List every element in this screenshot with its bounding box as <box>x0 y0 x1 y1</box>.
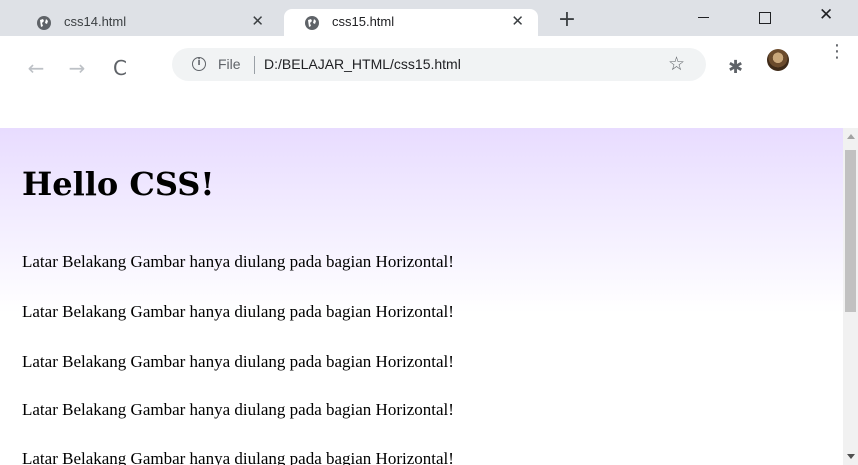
close-icon: ✕ <box>819 5 834 25</box>
page-heading: Hello CSS! <box>22 165 215 203</box>
paragraph: Latar Belakang Gambar hanya diulang pada… <box>22 400 454 419</box>
paragraph: Latar Belakang Gambar hanya diulang pada… <box>22 449 454 465</box>
address-bar[interactable]: i File D:/BELAJAR_HTML/css15.html ☆ <box>172 48 706 81</box>
globe-icon <box>305 16 319 30</box>
vertical-scrollbar[interactable] <box>843 128 858 465</box>
scroll-up-arrow-icon[interactable] <box>847 134 855 139</box>
info-icon[interactable]: i <box>192 57 206 71</box>
url-scheme-label: File <box>218 56 241 72</box>
scrollbar-thumb[interactable] <box>845 150 856 312</box>
url-text[interactable]: D:/BELAJAR_HTML/css15.html <box>264 56 461 72</box>
back-button[interactable]: ← <box>22 54 50 82</box>
tab-title: css14.html <box>64 14 127 29</box>
minimize-button[interactable] <box>684 0 724 36</box>
forward-button[interactable]: → <box>63 54 91 82</box>
maximize-button[interactable] <box>745 0 785 36</box>
close-tab-icon[interactable]: ✕ <box>511 12 524 30</box>
paragraph: Latar Belakang Gambar hanya diulang pada… <box>22 302 454 321</box>
extensions-puzzle-icon[interactable]: ✱ <box>728 57 743 78</box>
tab-strip: css14.html ✕ css15.html ✕ + ✕ <box>0 0 858 36</box>
browser-toolbar: ← → C i File D:/BELAJAR_HTML/css15.html … <box>0 36 858 128</box>
menu-dots-icon[interactable]: ⋮ <box>828 43 846 61</box>
new-tab-button[interactable]: + <box>553 6 581 34</box>
scroll-down-arrow-icon[interactable] <box>847 454 855 459</box>
paragraph: Latar Belakang Gambar hanya diulang pada… <box>22 352 454 371</box>
minimize-icon <box>698 17 709 18</box>
page-viewport: Hello CSS! Latar Belakang Gambar hanya d… <box>0 128 843 465</box>
profile-avatar[interactable] <box>767 49 789 71</box>
tab-css14[interactable]: css14.html ✕ <box>0 9 278 36</box>
globe-icon <box>37 16 51 30</box>
paragraph: Latar Belakang Gambar hanya diulang pada… <box>22 252 454 271</box>
bookmark-star-icon[interactable]: ☆ <box>668 53 685 75</box>
reload-button[interactable]: C <box>106 54 134 82</box>
tab-title: css15.html <box>332 14 395 29</box>
tab-css15[interactable]: css15.html ✕ <box>284 9 538 36</box>
close-tab-icon[interactable]: ✕ <box>251 12 264 30</box>
maximize-icon <box>759 12 771 24</box>
url-divider <box>254 56 255 74</box>
close-window-button[interactable]: ✕ <box>808 0 848 36</box>
